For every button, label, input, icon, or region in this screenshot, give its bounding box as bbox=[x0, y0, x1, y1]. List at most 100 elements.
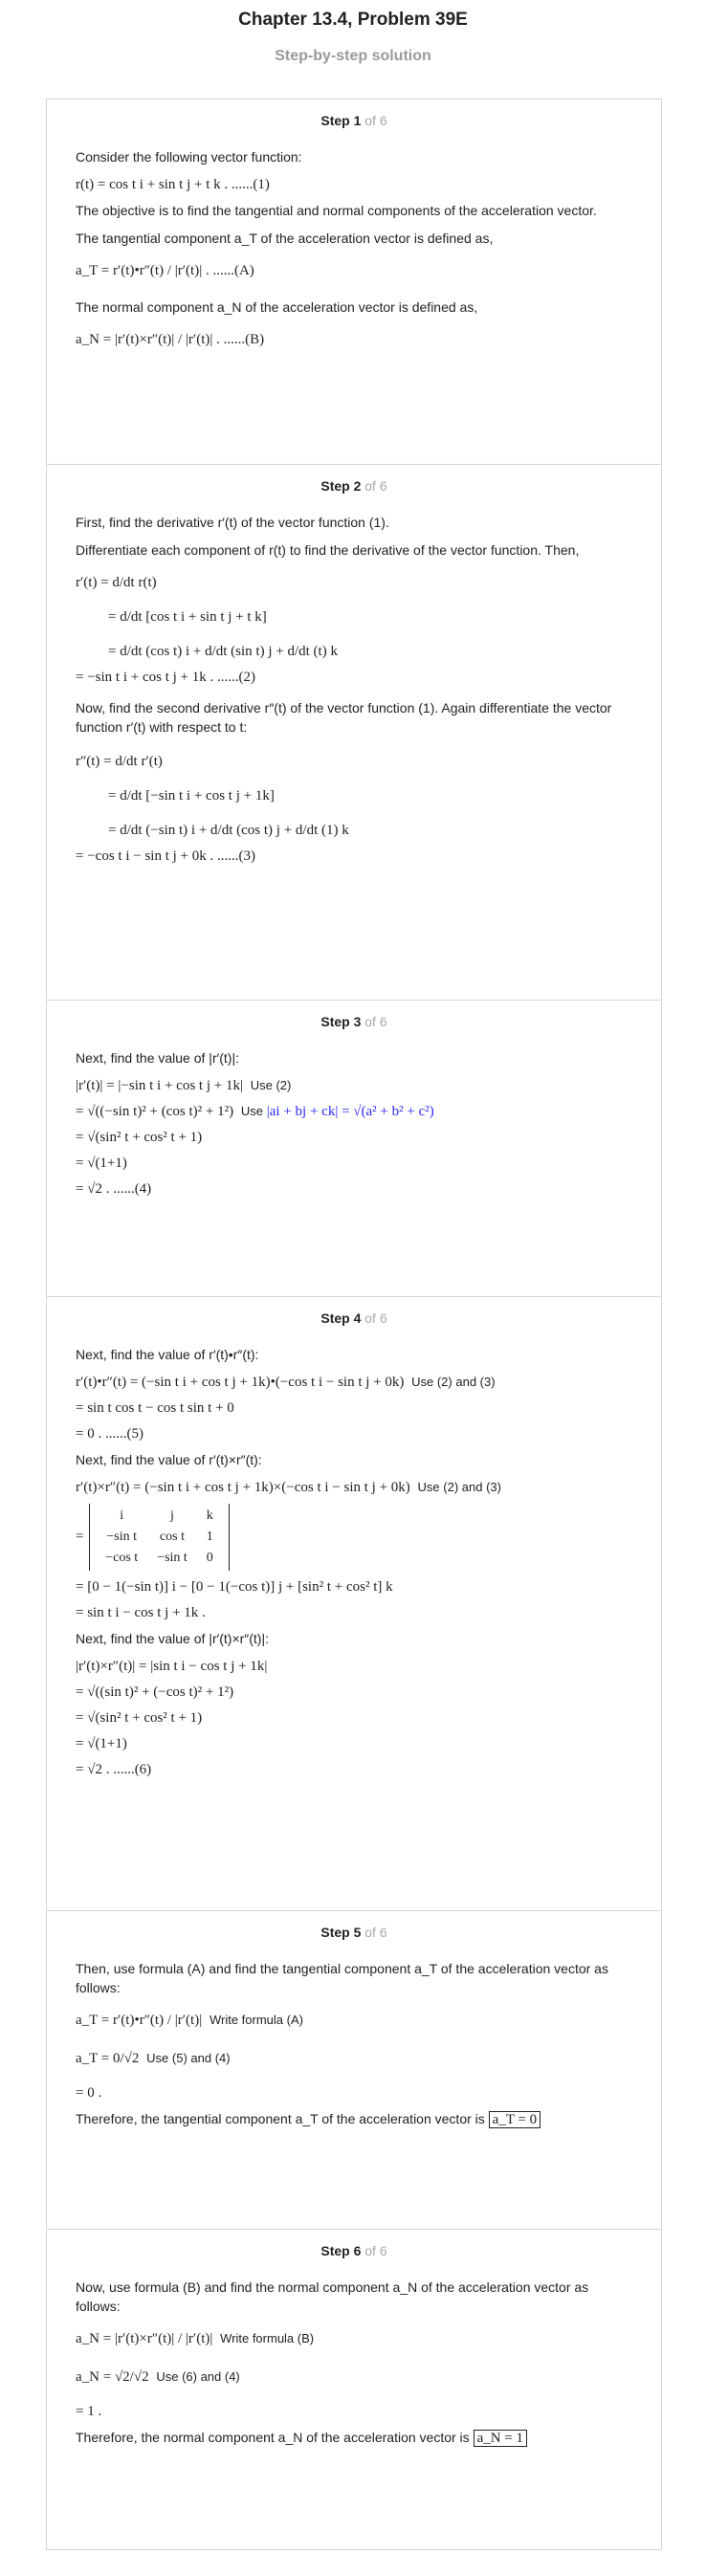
answer-box: a_N = 1 bbox=[473, 2430, 528, 2447]
math-line: = [0 − 1(−sin t)] i − [0 − 1(−cos t)] j … bbox=[76, 1579, 393, 1595]
math-line: = √2 . ......(6) bbox=[76, 1762, 152, 1777]
step-1: Step 1 of 6 Consider the following vecto… bbox=[47, 99, 661, 465]
use-note: Use bbox=[240, 1104, 263, 1118]
use-note: Use (2) bbox=[250, 1078, 292, 1092]
conclusion-text: Therefore, the tangential component a_T … bbox=[76, 2111, 485, 2126]
math-line: = d/dt [cos t i + sin t j + t k] bbox=[108, 609, 267, 625]
step-header: Step 2 of 6 bbox=[76, 465, 632, 495]
step-header: Step 3 of 6 bbox=[76, 1001, 632, 1031]
use-note: Use (5) and (4) bbox=[146, 2051, 231, 2065]
math-expr: a_N = |r′(t)×r″(t)| / |r′(t)| bbox=[76, 2331, 213, 2346]
det-cell: j bbox=[170, 1508, 174, 1523]
text-line: Now, find the second derivative r″(t) of… bbox=[76, 700, 612, 735]
equals-sign: = bbox=[76, 1529, 84, 1545]
page-title: Chapter 13.4, Problem 39E bbox=[238, 10, 468, 30]
math-line: = √(sin² t + cos² t + 1) bbox=[76, 1130, 203, 1145]
math-expr: a_T = r′(t)•r″(t) / |r′(t)| bbox=[76, 2013, 203, 2028]
math-line: = √(1+1) bbox=[76, 1156, 127, 1171]
math-line: = 0 . ......(5) bbox=[76, 1426, 143, 1442]
step-2: Step 2 of 6 First, find the derivative r… bbox=[47, 465, 661, 1001]
step-header: Step 1 of 6 bbox=[76, 99, 632, 130]
math-line: = √((−sin t)² + (cos t)² + 1²) Use |ai +… bbox=[76, 1102, 632, 1121]
determinant-line: = i j k −sin t cos t 1 −cos t −sin t 0 bbox=[76, 1504, 632, 1571]
math-line: = √((sin t)² + (−cos t)² + 1²) bbox=[76, 1684, 234, 1700]
step-label: Step 1 bbox=[320, 113, 362, 128]
math-line: r(t) = cos t i + sin t j + t k . ......(… bbox=[76, 177, 270, 192]
text-line: Differentiate each component of r(t) to … bbox=[76, 542, 580, 558]
text-line: Now, use formula (B) and find the normal… bbox=[76, 2279, 589, 2314]
text-line: Therefore, the normal component a_N of t… bbox=[76, 2428, 632, 2448]
use-note: Write formula (A) bbox=[209, 2013, 303, 2027]
step-label: Step 6 bbox=[320, 2243, 362, 2258]
math-line: r′(t)×r″(t) = (−sin t i + cos t j + 1k)×… bbox=[76, 1478, 632, 1497]
text-line: Next, find the value of r′(t)×r″(t): bbox=[76, 1452, 262, 1467]
text-line: First, find the derivative r′(t) of the … bbox=[76, 515, 389, 530]
text-line: Next, find the value of r′(t)•r″(t): bbox=[76, 1347, 259, 1362]
math-expr: r′(t)•r″(t) = (−sin t i + cos t j + 1k)•… bbox=[76, 1375, 405, 1390]
math-line: = 0 . bbox=[76, 2085, 102, 2101]
math-expr: a_T = 0/√2 bbox=[76, 2051, 140, 2066]
math-line: r′(t) = d/dt r(t) bbox=[76, 575, 157, 590]
math-expr: r′(t)×r″(t) = (−sin t i + cos t j + 1k)×… bbox=[76, 1480, 410, 1495]
math-expr: |r′(t)| = |−sin t i + cos t j + 1k| bbox=[76, 1078, 243, 1093]
step-count: of 6 bbox=[364, 1014, 387, 1029]
text-line: Then, use formula (A) and find the tange… bbox=[76, 1961, 608, 1995]
math-line: a_T = 0/√2 Use (5) and (4) bbox=[76, 2049, 632, 2068]
math-line: a_T = r′(t)•r″(t) / |r′(t)| . ......(A) bbox=[76, 263, 254, 278]
det-cell: 0 bbox=[206, 1551, 213, 1565]
step-6: Step 6 of 6 Now, use formula (B) and fin… bbox=[47, 2230, 661, 2549]
math-line: |r′(t)| = |−sin t i + cos t j + 1k| Use … bbox=[76, 1076, 632, 1095]
det-cell: −sin t bbox=[106, 1530, 137, 1544]
det-cell: cos t bbox=[159, 1530, 186, 1544]
math-line: a_T = r′(t)•r″(t) / |r′(t)| Write formul… bbox=[76, 2011, 632, 2030]
solution-page: Chapter 13.4, Problem 39E Step-by-step s… bbox=[0, 0, 706, 2550]
math-line: r″(t) = d/dt r′(t) bbox=[76, 754, 163, 769]
steps-container: Step 1 of 6 Consider the following vecto… bbox=[46, 99, 662, 2550]
math-line: r′(t)•r″(t) = (−sin t i + cos t j + 1k)•… bbox=[76, 1373, 632, 1392]
det-cell: −sin t bbox=[157, 1551, 188, 1565]
step-count: of 6 bbox=[364, 478, 387, 494]
text-line: Therefore, the tangential component a_T … bbox=[76, 2109, 632, 2129]
use-note: Use (2) and (3) bbox=[417, 1480, 501, 1494]
use-note: Use (6) and (4) bbox=[156, 2369, 240, 2384]
step-header: Step 6 of 6 bbox=[76, 2230, 632, 2260]
step-count: of 6 bbox=[364, 2243, 387, 2258]
math-line: = −sin t i + cos t j + 1k . ......(2) bbox=[76, 670, 255, 685]
math-line: = sin t cos t − cos t sin t + 0 bbox=[76, 1400, 234, 1416]
step-3: Step 3 of 6 Next, find the value of |r′(… bbox=[47, 1001, 661, 1297]
step-label: Step 2 bbox=[320, 478, 362, 494]
page-subtitle: Step-by-step solution bbox=[275, 48, 431, 64]
step-label: Step 3 bbox=[320, 1014, 362, 1029]
math-line: = −cos t i − sin t j + 0k . ......(3) bbox=[76, 848, 255, 864]
step-count: of 6 bbox=[364, 113, 387, 128]
conclusion-text: Therefore, the normal component a_N of t… bbox=[76, 2430, 470, 2445]
math-line: = d/dt (−sin t) i + d/dt (cos t) j + d/d… bbox=[108, 823, 349, 838]
magnitude-formula: |ai + bj + ck| = √(a² + b² + c²) bbox=[266, 1104, 434, 1119]
use-note: Write formula (B) bbox=[220, 2331, 315, 2345]
math-line: = sin t i − cos t j + 1k . bbox=[76, 1605, 206, 1620]
determinant: i j k −sin t cos t 1 −cos t −sin t 0 bbox=[89, 1504, 230, 1571]
text-line: Next, find the value of |r′(t)×r″(t)|: bbox=[76, 1631, 269, 1646]
math-line: = √(1+1) bbox=[76, 1736, 127, 1751]
math-line: |r′(t)×r″(t)| = |sin t i − cos t j + 1k| bbox=[76, 1659, 268, 1674]
text-line: Consider the following vector function: bbox=[76, 149, 302, 165]
step-4: Step 4 of 6 Next, find the value of r′(t… bbox=[47, 1297, 661, 1911]
text-line: The objective is to find the tangential … bbox=[76, 203, 597, 218]
use-note: Use (2) and (3) bbox=[411, 1375, 496, 1389]
det-cell: i bbox=[120, 1508, 124, 1523]
step-count: of 6 bbox=[364, 1310, 387, 1326]
step-header: Step 4 of 6 bbox=[76, 1297, 632, 1328]
math-line: a_N = |r′(t)×r″(t)| / |r′(t)| Write form… bbox=[76, 2329, 632, 2348]
math-expr: a_N = √2/√2 bbox=[76, 2369, 149, 2385]
text-line: The normal component a_N of the accelera… bbox=[76, 299, 478, 315]
step-label: Step 5 bbox=[320, 1925, 362, 1940]
text-line: The tangential component a_T of the acce… bbox=[76, 231, 494, 246]
math-line: = d/dt [−sin t i + cos t j + 1k] bbox=[108, 788, 275, 804]
math-line: a_N = √2/√2 Use (6) and (4) bbox=[76, 2367, 632, 2387]
det-cell: −cos t bbox=[105, 1551, 139, 1565]
math-line: = √2 . ......(4) bbox=[76, 1181, 152, 1197]
det-cell: k bbox=[206, 1508, 213, 1523]
math-line: = 1 . bbox=[76, 2404, 102, 2419]
step-count: of 6 bbox=[364, 1925, 387, 1940]
det-cell: 1 bbox=[206, 1530, 213, 1544]
